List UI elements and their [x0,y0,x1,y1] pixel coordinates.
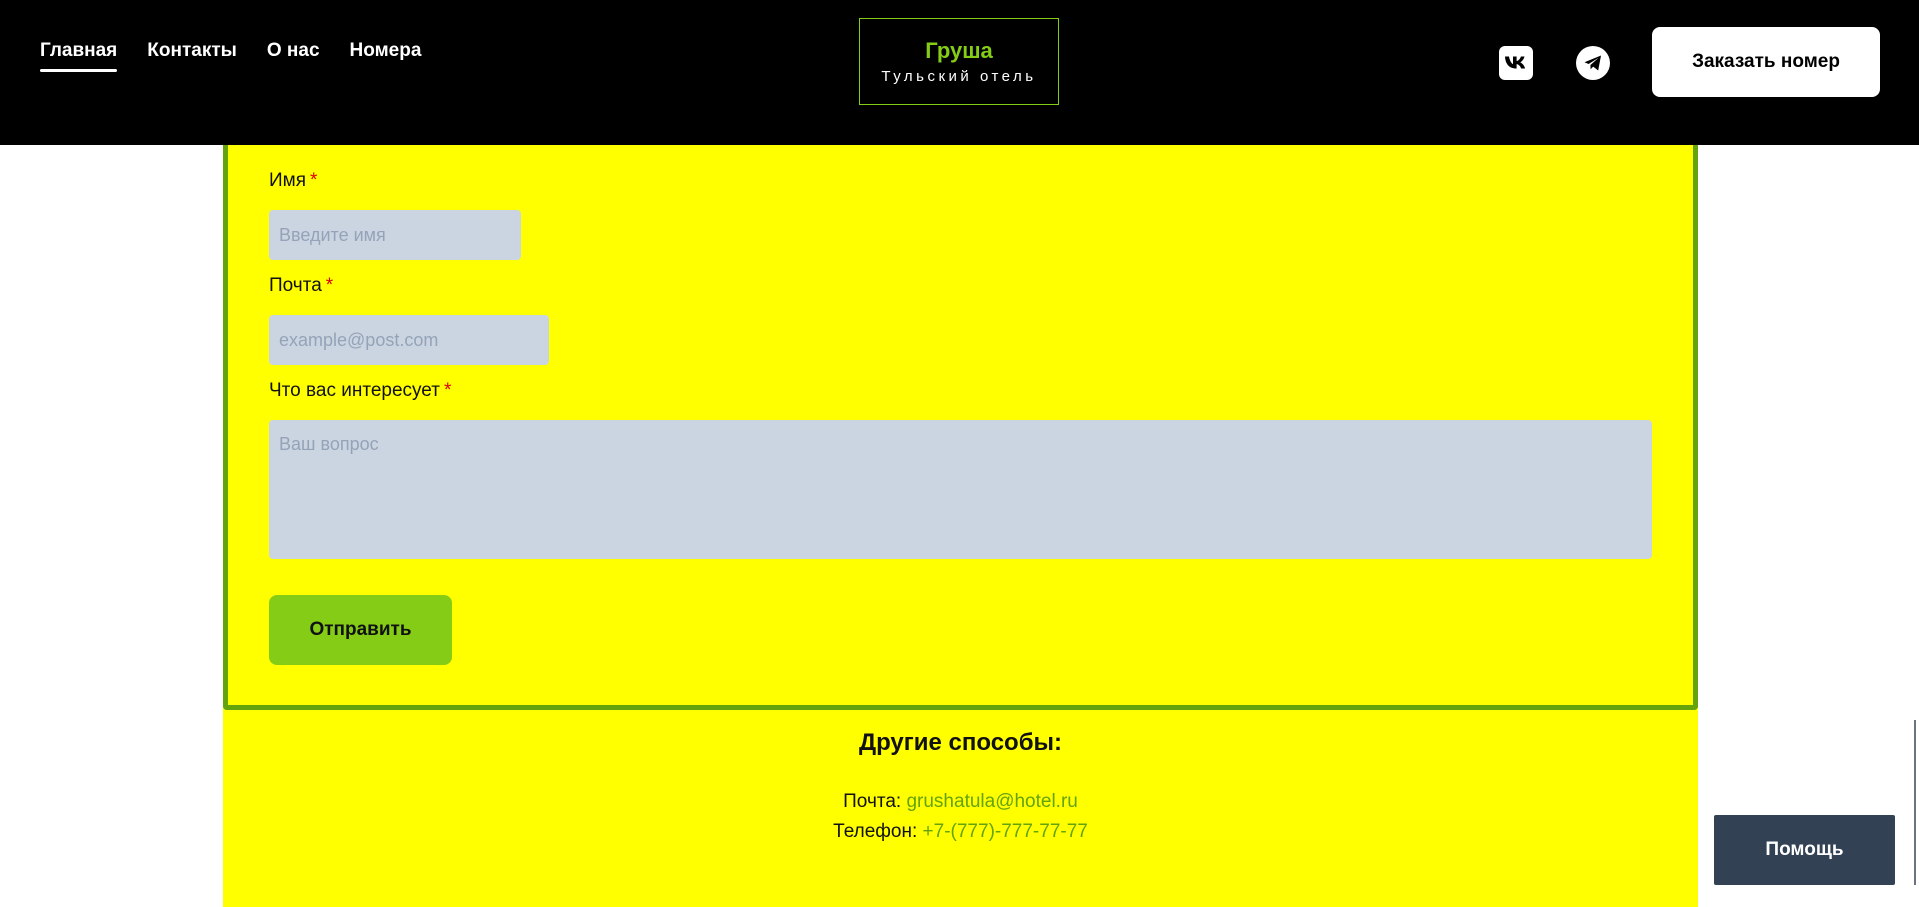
contact-phone-label: Телефон: [833,821,918,842]
email-input[interactable] [269,315,549,365]
main-nav: Главная Контакты О нас Номера [40,40,421,72]
contact-phone-line: Телефон: +7-(777)-777-77-77 [223,821,1698,843]
contact-email-label: Почта: [843,791,902,812]
site-header: Главная Контакты О нас Номера Груша Туль… [0,0,1919,145]
name-label-text: Имя [269,170,307,191]
vk-icon[interactable] [1499,46,1533,80]
contact-email-link[interactable]: grushatula@hotel.ru [906,791,1077,812]
question-textarea[interactable] [269,420,1652,559]
name-label: Имя * [269,170,317,192]
required-mark: * [310,170,318,191]
question-label: Что вас интересует * [269,380,451,402]
submit-button[interactable]: Отправить [269,595,452,665]
telegram-icon[interactable] [1576,46,1610,80]
name-input[interactable] [269,210,521,260]
logo-subtitle: Тульский отель [881,68,1037,85]
contact-email-line: Почта: grushatula@hotel.ru [223,791,1698,813]
page: Главная Контакты О нас Номера Груша Туль… [0,0,1919,907]
nav-item-home[interactable]: Главная [40,40,118,72]
nav-item-about[interactable]: О нас [267,40,320,72]
help-button[interactable]: Помощь [1714,815,1895,885]
scrollbar[interactable] [1914,720,1916,885]
nav-item-contacts[interactable]: Контакты [147,40,237,72]
order-room-button[interactable]: Заказать номер [1652,27,1880,97]
required-mark: * [325,275,334,296]
question-label-text: Что вас интересует [269,380,440,401]
required-mark: * [443,380,452,401]
email-label: Почта * [269,275,333,297]
contact-phone-link[interactable]: +7-(777)-777-77-77 [923,821,1088,842]
email-label-text: Почта [269,275,322,296]
other-ways-title: Другие способы: [858,729,1063,756]
nav-item-rooms[interactable]: Номера [350,40,422,72]
logo-title: Груша [925,38,993,63]
site-logo[interactable]: Груша Тульский отель [859,18,1059,105]
